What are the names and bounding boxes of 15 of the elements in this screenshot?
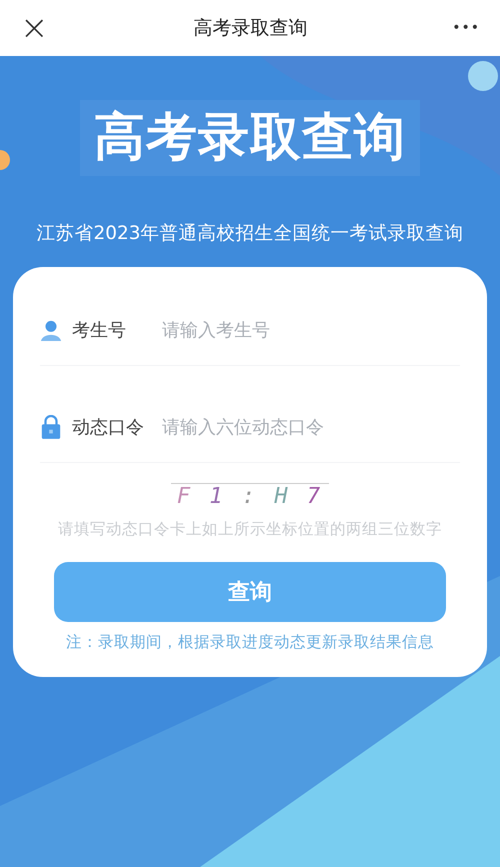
input-field[interactable]: 请输入六位动态口令 [160, 416, 460, 438]
more-button[interactable]: ••• [446, 20, 486, 36]
captcha-image: F 1 : H 7 [170, 483, 330, 509]
person-icon [40, 318, 62, 342]
close-button[interactable]: × [14, 11, 54, 45]
bubble-decoration [0, 150, 10, 170]
banner-title: 高考录取查询 [94, 107, 406, 169]
note-text: 注：录取期间，根据录取进度动态更新录取结果信息 [66, 632, 434, 653]
lock-icon [40, 415, 62, 439]
field-label: 动态口令 [72, 416, 145, 439]
field-label: 考生号 [72, 319, 127, 342]
input-field[interactable]: 请输入考生号 [160, 318, 460, 342]
bubble-decoration [468, 61, 498, 91]
page-title: 高考录取查询 [193, 16, 308, 41]
banner-subtitle: 江苏省2023年普通高校招生全国统一考试录取查询 [36, 222, 464, 245]
